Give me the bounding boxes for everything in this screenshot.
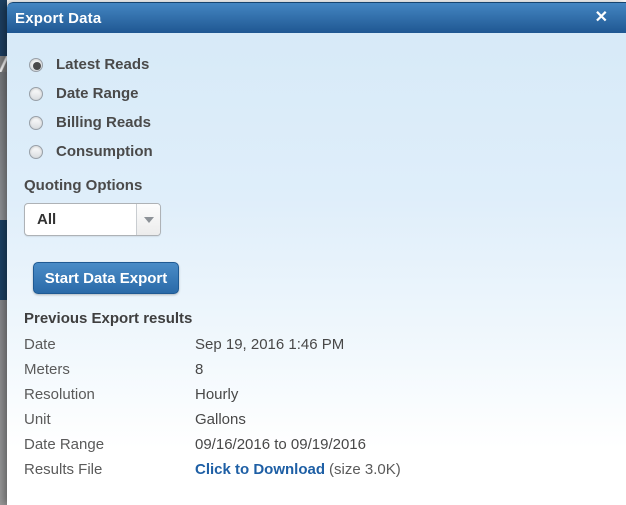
background-segment xyxy=(0,220,7,300)
row-label: Meters xyxy=(24,361,70,378)
row-value: 09/16/2016 to 09/19/2016 xyxy=(195,436,366,453)
screen: Export Data ✕ Latest Reads Date Range Bi… xyxy=(0,0,626,505)
table-row: Meters 8 xyxy=(24,357,626,382)
dialog-body: Latest Reads Date Range Billing Reads Co… xyxy=(7,33,626,505)
radio-label: Latest Reads xyxy=(56,56,150,73)
radio-option-date-range[interactable]: Date Range xyxy=(24,79,626,108)
selected-option-value: All xyxy=(37,211,57,228)
background-segment xyxy=(0,0,7,56)
radio-icon[interactable] xyxy=(29,144,43,159)
row-label: Date Range xyxy=(24,436,105,453)
previous-results-table: Date Sep 19, 2016 1:46 PM Meters 8 Resol… xyxy=(24,332,626,482)
export-data-dialog: Export Data ✕ Latest Reads Date Range Bi… xyxy=(7,2,626,505)
start-data-export-button[interactable]: Start Data Export xyxy=(33,262,179,294)
row-label: Resolution xyxy=(24,386,95,403)
download-link[interactable]: Click to Download xyxy=(195,461,325,478)
table-row: Resolution Hourly xyxy=(24,382,626,407)
dialog-header: Export Data ✕ xyxy=(7,2,626,33)
radio-option-billing-reads[interactable]: Billing Reads xyxy=(24,108,626,137)
radio-icon[interactable] xyxy=(29,86,43,101)
row-label: Unit xyxy=(24,411,51,428)
background-segment xyxy=(0,56,7,72)
radio-label: Billing Reads xyxy=(56,114,152,131)
radio-icon[interactable] xyxy=(29,57,43,72)
row-value: Gallons xyxy=(195,411,246,428)
table-row: Date Range 09/16/2016 to 09/19/2016 xyxy=(24,432,626,457)
row-value: Sep 19, 2016 1:46 PM xyxy=(195,336,345,353)
quoting-options-label: Quoting Options xyxy=(24,177,143,194)
dropdown-arrow-button[interactable] xyxy=(136,204,160,235)
table-row: Unit Gallons xyxy=(24,407,626,432)
background-segment xyxy=(0,72,7,220)
radio-label: Consumption xyxy=(56,143,153,160)
radio-option-latest-reads[interactable]: Latest Reads xyxy=(24,50,626,79)
row-value: Hourly xyxy=(195,386,239,403)
row-value: 8 xyxy=(195,361,204,378)
table-row: Date Sep 19, 2016 1:46 PM xyxy=(24,332,626,357)
radio-icon[interactable] xyxy=(29,115,43,130)
chevron-down-icon xyxy=(143,216,154,223)
row-label: Date xyxy=(24,336,56,353)
previous-results-heading: Previous Export results xyxy=(24,310,193,327)
table-row: Results File Click to Download (size 3.0K… xyxy=(24,457,626,482)
close-icon[interactable]: ✕ xyxy=(592,8,611,28)
page-background-edge xyxy=(0,0,7,505)
dialog-title: Export Data xyxy=(15,9,102,27)
radio-label: Date Range xyxy=(56,85,139,102)
background-segment xyxy=(0,300,7,505)
file-size-text: (size 3.0K) xyxy=(329,461,401,478)
quoting-options-select[interactable]: All xyxy=(24,203,161,236)
row-label: Results File xyxy=(24,461,103,478)
radio-option-consumption[interactable]: Consumption xyxy=(24,137,626,166)
